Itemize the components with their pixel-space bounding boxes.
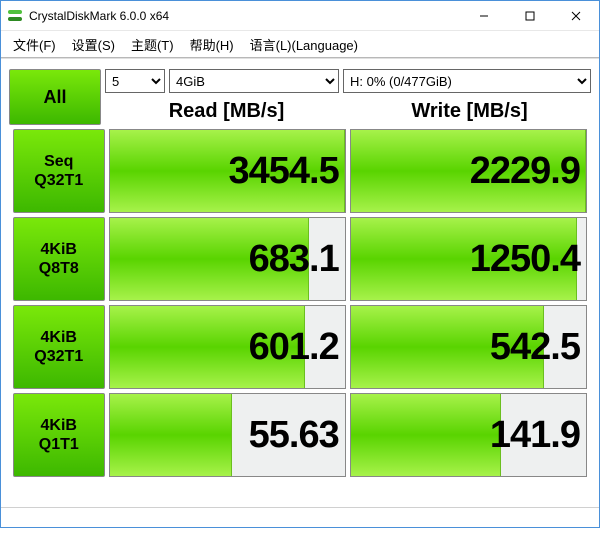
- row-label-line2: Q32T1: [15, 347, 103, 366]
- run-4kib-q1t1-button[interactable]: 4KiBQ1T1: [13, 393, 105, 477]
- header-read: Read [MB/s]: [105, 100, 348, 123]
- 4kib-q32t1-write-cell: 542.5: [350, 305, 587, 389]
- row-label-line1: 4KiB: [15, 328, 103, 347]
- statusbar: [1, 507, 599, 527]
- menu-settings[interactable]: 设置(S): [66, 33, 121, 56]
- result-row-4kib-q32t1: 4KiBQ32T1601.2542.5: [13, 305, 587, 389]
- row-label-line2: Q32T1: [15, 171, 103, 190]
- row-label-line1: 4KiB: [15, 416, 103, 435]
- row-label-line1: 4KiB: [15, 240, 103, 259]
- seq-q32t1-write-cell: 2229.9: [350, 129, 587, 213]
- 4kib-q8t8-write-value: 1250.4: [351, 218, 580, 300]
- row-label-line2: Q8T8: [15, 259, 103, 278]
- top-controls-row: All 5 4GiB H: 0% (0/477GiB) Read [MB/s]: [9, 69, 591, 125]
- minimize-button[interactable]: [461, 1, 507, 31]
- menu-language[interactable]: 语言(L)(Language): [244, 33, 364, 56]
- run-all-button[interactable]: All: [9, 69, 101, 125]
- 4kib-q8t8-read-value: 683.1: [110, 218, 339, 300]
- result-row-4kib-q8t8: 4KiBQ8T8683.11250.4: [13, 217, 587, 301]
- drive-select[interactable]: H: 0% (0/477GiB): [343, 69, 591, 93]
- column-headers: Read [MB/s] Write [MB/s]: [105, 97, 591, 125]
- window-title: CrystalDiskMark 6.0.0 x64: [29, 9, 461, 23]
- top-controls-right: 5 4GiB H: 0% (0/477GiB) Read [MB/s] Writ…: [105, 69, 591, 125]
- seq-q32t1-write-value: 2229.9: [351, 130, 580, 212]
- window-controls: [461, 1, 599, 31]
- 4kib-q8t8-read-cell: 683.1: [109, 217, 346, 301]
- run-seq-q32t1-button[interactable]: SeqQ32T1: [13, 129, 105, 213]
- result-row-4kib-q1t1: 4KiBQ1T155.63141.9: [13, 393, 587, 477]
- close-button[interactable]: [553, 1, 599, 31]
- seq-q32t1-read-cell: 3454.5: [109, 129, 346, 213]
- results-table: SeqQ32T13454.52229.94KiBQ8T8683.11250.44…: [9, 125, 591, 481]
- result-row-seq-q32t1: SeqQ32T13454.52229.9: [13, 129, 587, 213]
- row-label-line2: Q1T1: [15, 435, 103, 454]
- 4kib-q1t1-read-cell: 55.63: [109, 393, 346, 477]
- 4kib-q1t1-write-value: 141.9: [351, 394, 580, 476]
- 4kib-q32t1-read-cell: 601.2: [109, 305, 346, 389]
- maximize-button[interactable]: [507, 1, 553, 31]
- run-4kib-q8t8-button[interactable]: 4KiBQ8T8: [13, 217, 105, 301]
- 4kib-q32t1-write-value: 542.5: [351, 306, 580, 388]
- content-area: All 5 4GiB H: 0% (0/477GiB) Read [MB/s]: [1, 59, 599, 507]
- test-size-select[interactable]: 4GiB: [169, 69, 339, 93]
- titlebar[interactable]: CrystalDiskMark 6.0.0 x64: [1, 1, 599, 31]
- menu-help[interactable]: 帮助(H): [184, 33, 240, 56]
- 4kib-q32t1-read-value: 601.2: [110, 306, 339, 388]
- run-all-label: All: [43, 87, 66, 108]
- menu-theme[interactable]: 主题(T): [125, 33, 180, 56]
- menu-file[interactable]: 文件(F): [7, 33, 62, 56]
- row-label-line1: Seq: [15, 152, 103, 171]
- 4kib-q8t8-write-cell: 1250.4: [350, 217, 587, 301]
- selects-row: 5 4GiB H: 0% (0/477GiB): [105, 69, 591, 93]
- 4kib-q1t1-read-value: 55.63: [110, 394, 339, 476]
- runs-select[interactable]: 5: [105, 69, 165, 93]
- application-window: CrystalDiskMark 6.0.0 x64 文件(F) 设置(S) 主题…: [0, 0, 600, 528]
- seq-q32t1-read-value: 3454.5: [110, 130, 339, 212]
- 4kib-q1t1-write-cell: 141.9: [350, 393, 587, 477]
- app-icon: [7, 8, 23, 24]
- menubar: 文件(F) 设置(S) 主题(T) 帮助(H) 语言(L)(Language): [1, 31, 599, 57]
- header-write: Write [MB/s]: [348, 100, 591, 123]
- run-4kib-q32t1-button[interactable]: 4KiBQ32T1: [13, 305, 105, 389]
